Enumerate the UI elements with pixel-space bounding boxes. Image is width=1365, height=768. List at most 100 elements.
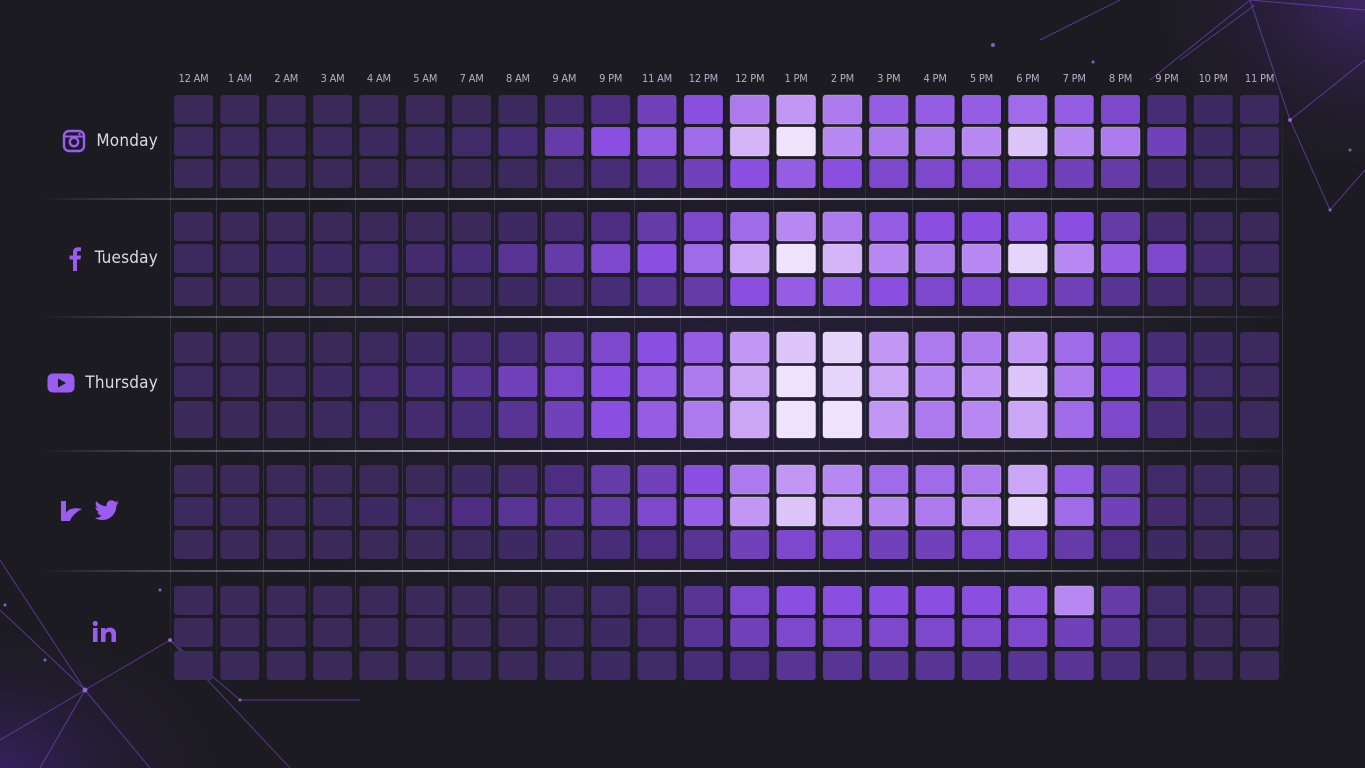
heatmap-cell [452,95,492,124]
heatmap-cell [220,401,260,438]
heatmap-cell [452,618,492,647]
heatmap-cell [683,127,723,156]
heatmap-cell [961,400,1002,439]
heatmap-cell [405,401,445,438]
heatmap-cell [962,530,1001,559]
heatmap-cell [1101,618,1140,647]
heatmap-cell [220,332,260,363]
heatmap-cell [1101,332,1140,363]
heatmap-cell [1100,126,1141,157]
heatmap-cell [1101,95,1140,124]
heatmap-cell [359,497,399,526]
heatmap-cell [1008,530,1048,559]
heatmap-cell [313,277,353,306]
heatmap-cell [1008,618,1048,647]
heatmap-cell [1193,530,1233,559]
heatmap-cell [1101,586,1140,615]
heatmap-cell [174,497,213,526]
heatmap-cell [868,243,909,274]
heatmap-cell [359,332,399,363]
heatmap-cell [1240,401,1279,438]
heatmap-cell [1007,496,1048,527]
heatmap-cell [591,465,631,494]
heatmap-cell [822,464,863,495]
heatmap-cell [544,212,584,241]
heatmap-cell [591,95,631,124]
heatmap-cell [220,618,260,647]
heatmap-cell [869,95,909,124]
heatmap-cell [869,212,909,241]
heatmap-cell [822,159,862,188]
heatmap-cell [452,332,492,363]
heatmap-cell [822,277,862,306]
heatmap-cell [1008,95,1048,124]
heatmap-cell [591,401,631,438]
heatmap-cell [683,465,723,494]
heatmap-cell [359,366,399,397]
heatmap-cell [776,496,817,527]
heatmap-cell [452,530,492,559]
heatmap-cell [313,366,353,397]
heatmap-cell [822,94,863,125]
heatmap-cell [1240,95,1279,124]
heatmap-cell [683,365,724,398]
heatmap-cell [1193,618,1233,647]
heatmap-cell [405,159,445,188]
heatmap-cell [220,127,260,156]
heatmap-cell [174,651,213,680]
heatmap-cell [1193,277,1233,306]
heatmap-cell [1147,159,1187,188]
heatmap-cell [1007,331,1048,364]
heatmap-cell [313,586,353,615]
heatmap-cell [961,464,1002,495]
heatmap-cell [313,95,353,124]
heatmap-cell [822,243,863,274]
heatmap-cell [220,497,260,526]
heatmap-cell [1007,464,1048,495]
heatmap-cell [915,618,955,647]
heatmap-cell [915,365,956,398]
heatmap-cell [452,244,492,273]
heatmap-cell [637,332,677,363]
heatmap-cell [498,618,538,647]
heatmap-cell [1193,212,1233,241]
heatmap-cell [915,243,956,274]
heatmap-cell [915,126,956,157]
heatmap-cell [729,464,770,495]
heatmap-cell [498,586,538,615]
heatmap-cell [1240,332,1279,363]
heatmap-cell [683,277,723,306]
heatmap-cell [962,277,1001,306]
heatmap-cell [266,366,306,397]
heatmap-cell [1147,244,1187,273]
heatmap-cell [1101,465,1140,494]
heatmap-cell [313,332,353,363]
heatmap-cell [730,530,770,559]
heatmap-cell [405,366,445,397]
heatmap-cell [220,586,260,615]
heatmap-cell [405,618,445,647]
heatmap-cell [498,465,538,494]
heatmap-cell [822,126,863,157]
heatmap-cell [498,530,538,559]
heatmap-cell [1054,585,1095,616]
heatmap-cell [1054,365,1095,398]
heatmap-cell [776,365,817,398]
heatmap-cell [313,244,353,273]
heatmap-cell [962,212,1001,241]
heatmap-cell [915,651,955,680]
heatmap-cell [1007,243,1048,274]
heatmap-cell [452,586,492,615]
heatmap-cell [220,159,260,188]
heatmap-cell [544,586,584,615]
heatmap-cell [683,651,723,680]
heatmap-cell [637,244,677,273]
heatmap-chart [174,94,1279,680]
heatmap-cell [961,365,1002,398]
heatmap-cell [266,530,306,559]
heatmap-cell [868,496,909,527]
heatmap-cell [1054,243,1095,274]
heatmap-cell [868,126,909,157]
heatmap-cell [220,651,260,680]
heatmap-cell [637,277,677,306]
